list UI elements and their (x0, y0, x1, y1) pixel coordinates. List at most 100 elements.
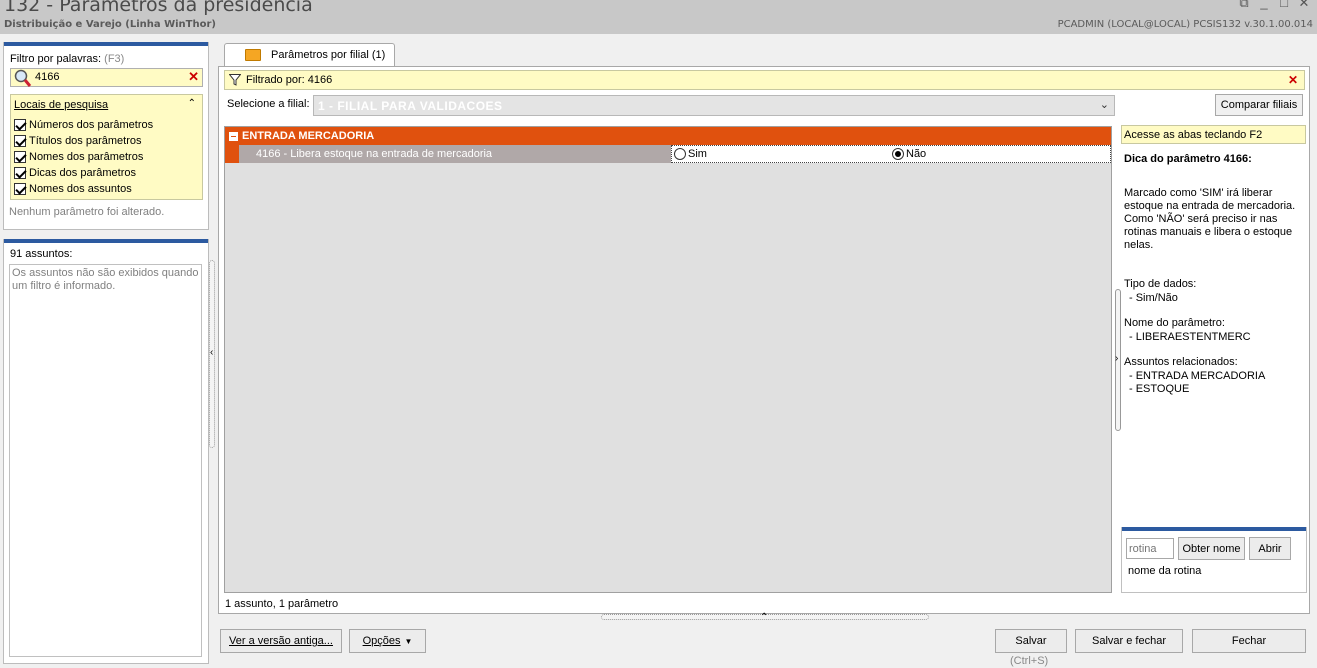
tip-title: Dica do parâmetro 4166: (1124, 153, 1252, 165)
salvar-fechar-button[interactable]: Salvar e fechar (1075, 629, 1183, 653)
checkbox-checked[interactable] (14, 118, 26, 131)
folder-icon (245, 49, 261, 61)
filter-text: Filtrado por: 4166 (246, 74, 333, 86)
checkbox-titulos[interactable]: Títulos dos parâmetros (14, 133, 142, 148)
funnel-icon (229, 74, 241, 86)
filial-selected-value: 1 - FILIAL PARA VALIDACOES (318, 99, 503, 113)
tip-header-text: Acesse as abas teclando F2 (1124, 129, 1263, 141)
tip-header: Acesse as abas teclando F2 (1121, 125, 1306, 144)
radio-label: Não (906, 148, 927, 160)
tip-assuntos-label: Assuntos relacionados: (1124, 356, 1238, 368)
tip-nome-value: - LIBERAESTENTMERC (1129, 331, 1251, 343)
tip-tipo-label: Tipo de dados: (1124, 278, 1197, 290)
filter-bar: Filtrado por: 4166 ✕ (224, 70, 1305, 90)
checkbox-checked[interactable] (14, 150, 26, 163)
panel-header-bar (4, 42, 208, 46)
chevron-up-icon[interactable]: ⌃ (760, 612, 768, 623)
maximize-icon[interactable]: □ (1276, 0, 1292, 10)
title-bar: 132 - Parâmetros da presidência Distribu… (0, 0, 1317, 34)
ver-versao-antiga-button[interactable]: Ver a versão antiga... (220, 629, 342, 653)
button-label: Ver a versão antiga... (229, 635, 333, 647)
checkbox-label: Títulos dos parâmetros (29, 134, 142, 147)
salvar-shortcut-hint: (Ctrl+S) (1010, 655, 1049, 667)
salvar-button[interactable]: Salvar (995, 629, 1067, 653)
window-subtitle: Distribuição e Varejo (Linha WinThor) (4, 19, 216, 30)
filial-select[interactable]: 1 - FILIAL PARA VALIDACOES ⌄ (313, 95, 1115, 116)
tab-parametros-filial[interactable]: Parâmetros por filial (1) (224, 43, 395, 67)
clear-search-icon[interactable]: ✕ (188, 69, 199, 85)
tip-assunto-value: - ESTOQUE (1129, 383, 1190, 395)
main-panel: Filtrado por: 4166 ✕ Selecione a filial:… (218, 66, 1310, 614)
tip-description-line: rotinas manuais e libera o estoque (1124, 226, 1293, 238)
expand-right-icon[interactable]: › (1115, 353, 1118, 364)
button-label: Opções (362, 635, 401, 647)
checkbox-label: Dicas dos parâmetros (29, 166, 136, 179)
param-value-cell[interactable]: Sim Não (671, 145, 1111, 163)
subjects-panel: 91 assuntos: Os assuntos não são exibido… (3, 239, 209, 664)
checkbox-checked[interactable] (14, 166, 26, 179)
radio-label: Sim (688, 148, 707, 160)
compare-filiais-button[interactable]: Comparar filiais (1215, 94, 1303, 116)
collapse-up-icon[interactable]: ⌃ (188, 98, 196, 109)
filter-shortcut-hint: (F3) (104, 53, 125, 65)
clear-filter-icon[interactable]: ✕ (1288, 73, 1298, 87)
filter-label: Filtro por palavras: (F3) (10, 53, 124, 65)
subjects-count: 91 assuntos: (10, 248, 73, 260)
param-label: 4166 - Libera estoque na entrada de merc… (256, 148, 493, 160)
abrir-button[interactable]: Abrir (1249, 537, 1291, 560)
obter-nome-button[interactable]: Obter nome (1178, 537, 1245, 560)
magnifier-icon (14, 69, 32, 87)
checkbox-checked[interactable] (14, 134, 26, 147)
checkbox-checked[interactable] (14, 182, 26, 195)
radio-sim[interactable]: Sim (674, 148, 707, 160)
radio-nao[interactable]: Não (892, 148, 926, 160)
subjects-message: Os assuntos não são exibidos quando um f… (12, 267, 199, 292)
checkbox-assuntos[interactable]: Nomes dos assuntos (14, 181, 132, 196)
user-info: PCADMIN (LOCAL@LOCAL) PCSIS132 v.30.1.00… (1057, 19, 1313, 30)
tip-nome-label: Nome do parâmetro: (1124, 317, 1225, 329)
collapse-group-icon[interactable] (229, 132, 238, 141)
search-input[interactable]: 4166 ✕ (10, 68, 203, 87)
collapse-left-icon[interactable]: ‹ (210, 347, 213, 358)
panel-header-bar (1122, 527, 1306, 531)
search-value: 4166 (35, 71, 60, 83)
tip-description-line: estoque na entrada de mercadoria. (1124, 200, 1296, 212)
checkbox-numeros[interactable]: Números dos parâmetros (14, 117, 153, 132)
fechar-button[interactable]: Fechar (1192, 629, 1306, 653)
group-title: ENTRADA MERCADORIA (242, 130, 375, 142)
minimize-icon[interactable]: _ (1256, 0, 1272, 10)
parameters-grid: ENTRADA MERCADORIA 4166 - Libera estoque… (224, 126, 1112, 593)
tab-label: Parâmetros por filial (1) (271, 49, 386, 61)
radio-unselected-icon[interactable] (674, 148, 686, 160)
param-label-cell[interactable]: 4166 - Libera estoque na entrada de merc… (239, 145, 671, 163)
filial-label: Selecione a filial: (227, 98, 310, 110)
checkbox-dicas[interactable]: Dicas dos parâmetros (14, 165, 136, 180)
subjects-list[interactable]: Os assuntos não são exibidos quando um f… (9, 264, 202, 657)
checkbox-nomes[interactable]: Nomes dos parâmetros (14, 149, 143, 164)
search-locations-box: Locais de pesquisa ⌃ Números dos parâmet… (10, 94, 203, 200)
checkbox-label: Números dos parâmetros (29, 118, 154, 131)
checkbox-label: Nomes dos assuntos (29, 182, 132, 195)
tip-tipo-value: - Sim/Não (1129, 292, 1178, 304)
filter-panel: Filtro por palavras: (F3) 4166 ✕ Locais … (3, 42, 209, 230)
tip-description-line: Como 'NÃO' será preciso ir nas (1124, 213, 1278, 225)
change-status: Nenhum parâmetro foi alterado. (9, 206, 165, 218)
tip-assunto-value: - ENTRADA MERCADORIA (1129, 370, 1266, 382)
checkbox-label: Nomes dos parâmetros (29, 150, 144, 163)
chevron-down-icon[interactable]: ⌄ (1100, 98, 1109, 111)
rotina-input[interactable] (1126, 538, 1174, 559)
row-accent (225, 145, 239, 163)
dropdown-caret-icon: ▼ (404, 636, 413, 646)
window-title: 132 - Parâmetros da presidência (4, 0, 313, 16)
close-window-icon[interactable]: ✕ (1296, 0, 1312, 10)
grid-status: 1 assunto, 1 parâmetro (225, 598, 339, 610)
opcoes-button[interactable]: Opções ▼ (349, 629, 426, 653)
radio-selected-icon[interactable] (892, 148, 904, 160)
tip-description-line: nelas. (1124, 239, 1154, 251)
rotina-note: nome da rotina (1128, 565, 1202, 577)
table-row[interactable]: 4166 - Libera estoque na entrada de merc… (225, 145, 1111, 163)
restore-icon[interactable]: ⧉ (1236, 0, 1252, 10)
rotina-panel: Obter nome Abrir nome da rotina (1121, 527, 1307, 593)
search-locations-title: Locais de pesquisa (14, 99, 109, 111)
group-header[interactable]: ENTRADA MERCADORIA (225, 127, 1111, 145)
